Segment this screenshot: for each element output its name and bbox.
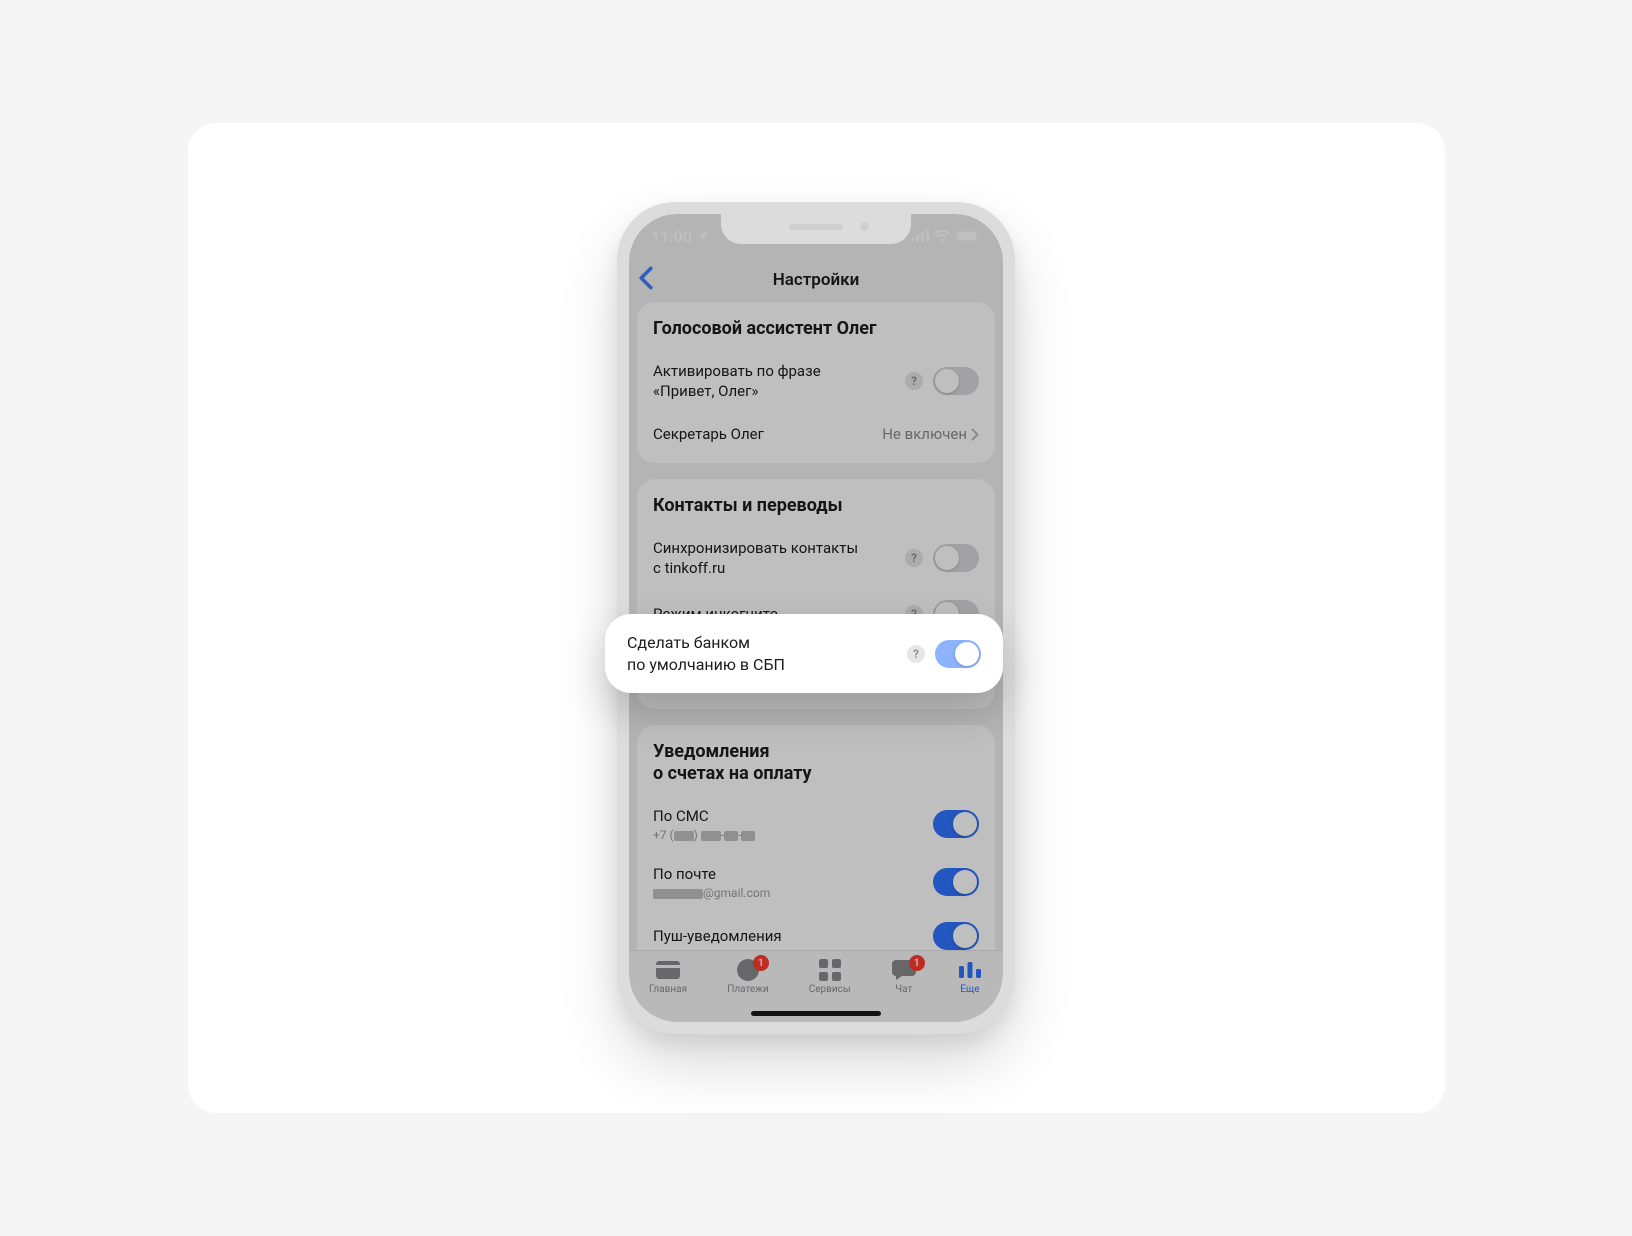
grid-icon [817,959,843,981]
push-toggle[interactable] [933,922,979,950]
tab-services-label: Сервисы [809,984,851,995]
push-label: Пуш-уведомления [653,926,925,946]
phone-wrap: 11:00 Настройки Голосовой ассистент Олег… [617,202,1015,1034]
status-left: 11:00 [651,227,709,246]
sbp-label: Сделать банком по умолчанию в СБП [627,632,899,675]
chevron-left-icon [637,266,655,290]
location-arrow-icon [696,230,709,243]
tab-home-label: Главная [649,984,687,995]
row-email: По почте @gmail.com [653,856,979,914]
help-icon[interactable]: ? [905,549,923,567]
email-sub: @gmail.com [653,886,925,900]
nav-title: Настройки [629,270,1003,290]
tab-chat[interactable]: 1 Чат [891,959,917,995]
status-time: 11:00 [651,227,692,246]
payments-badge: 1 [753,955,769,971]
back-button[interactable] [637,266,655,294]
ruble-circle-icon: 1 [735,959,761,981]
bars-icon [957,959,983,981]
chat-badge: 1 [909,955,925,971]
sbp-toggle[interactable] [935,640,981,668]
image-card: 11:00 Настройки Голосовой ассистент Олег… [188,123,1445,1113]
highlight-sbp-row: Сделать банком по умолчанию в СБП ? [605,614,1003,693]
group-notifications: Уведомления о счетах на оплату По СМС +7… [637,725,995,969]
tab-home[interactable]: Главная [649,959,687,995]
activate-phrase-toggle[interactable] [933,367,979,395]
secretary-label: Секретарь Олег [653,424,874,444]
tab-chat-label: Чат [895,984,912,995]
chevron-right-icon [971,428,979,441]
group-assistant: Голосовой ассистент Олег Активировать по… [637,302,995,463]
secretary-value-wrap: Не включен [882,425,979,443]
help-icon[interactable]: ? [905,372,923,390]
row-sms: По СМС +7 () -- [653,798,979,856]
row-secretary[interactable]: Секретарь Олег Не включен [653,415,979,459]
home-indicator[interactable] [751,1011,881,1016]
help-icon[interactable]: ? [907,645,925,663]
sms-toggle[interactable] [933,810,979,838]
wifi-icon [934,230,950,242]
group-contacts-title: Контакты и переводы [653,495,979,518]
sync-contacts-toggle[interactable] [933,544,979,572]
nav-bar: Настройки [629,258,1003,302]
tab-payments[interactable]: 1 Платежи [727,959,768,995]
group-notifications-title: Уведомления о счетах на оплату [653,741,979,786]
row-sync-contacts: Синхронизировать контакты с tinkoff.ru ? [653,530,979,593]
tab-more-label: Еще [960,984,979,995]
email-toggle[interactable] [933,868,979,896]
tab-more[interactable]: Еще [957,959,983,995]
card-icon [655,959,681,981]
email-label: По почте [653,864,925,884]
secretary-value: Не включен [882,425,967,443]
tab-services[interactable]: Сервисы [809,959,851,995]
tab-payments-label: Платежи [727,984,768,995]
activate-phrase-label: Активировать по фразе «Привет, Олег» [653,361,897,402]
sms-label: По СМС [653,806,925,826]
status-right [911,230,981,242]
row-activate-phrase: Активировать по фразе «Привет, Олег» ? [653,353,979,416]
chat-icon: 1 [891,959,917,981]
sync-contacts-label: Синхронизировать контакты с tinkoff.ru [653,538,897,579]
battery-icon [955,230,981,242]
phone-notch [721,214,911,244]
cellular-icon [911,230,929,242]
sms-sub: +7 () -- [653,828,925,842]
group-assistant-title: Голосовой ассистент Олег [653,318,979,341]
